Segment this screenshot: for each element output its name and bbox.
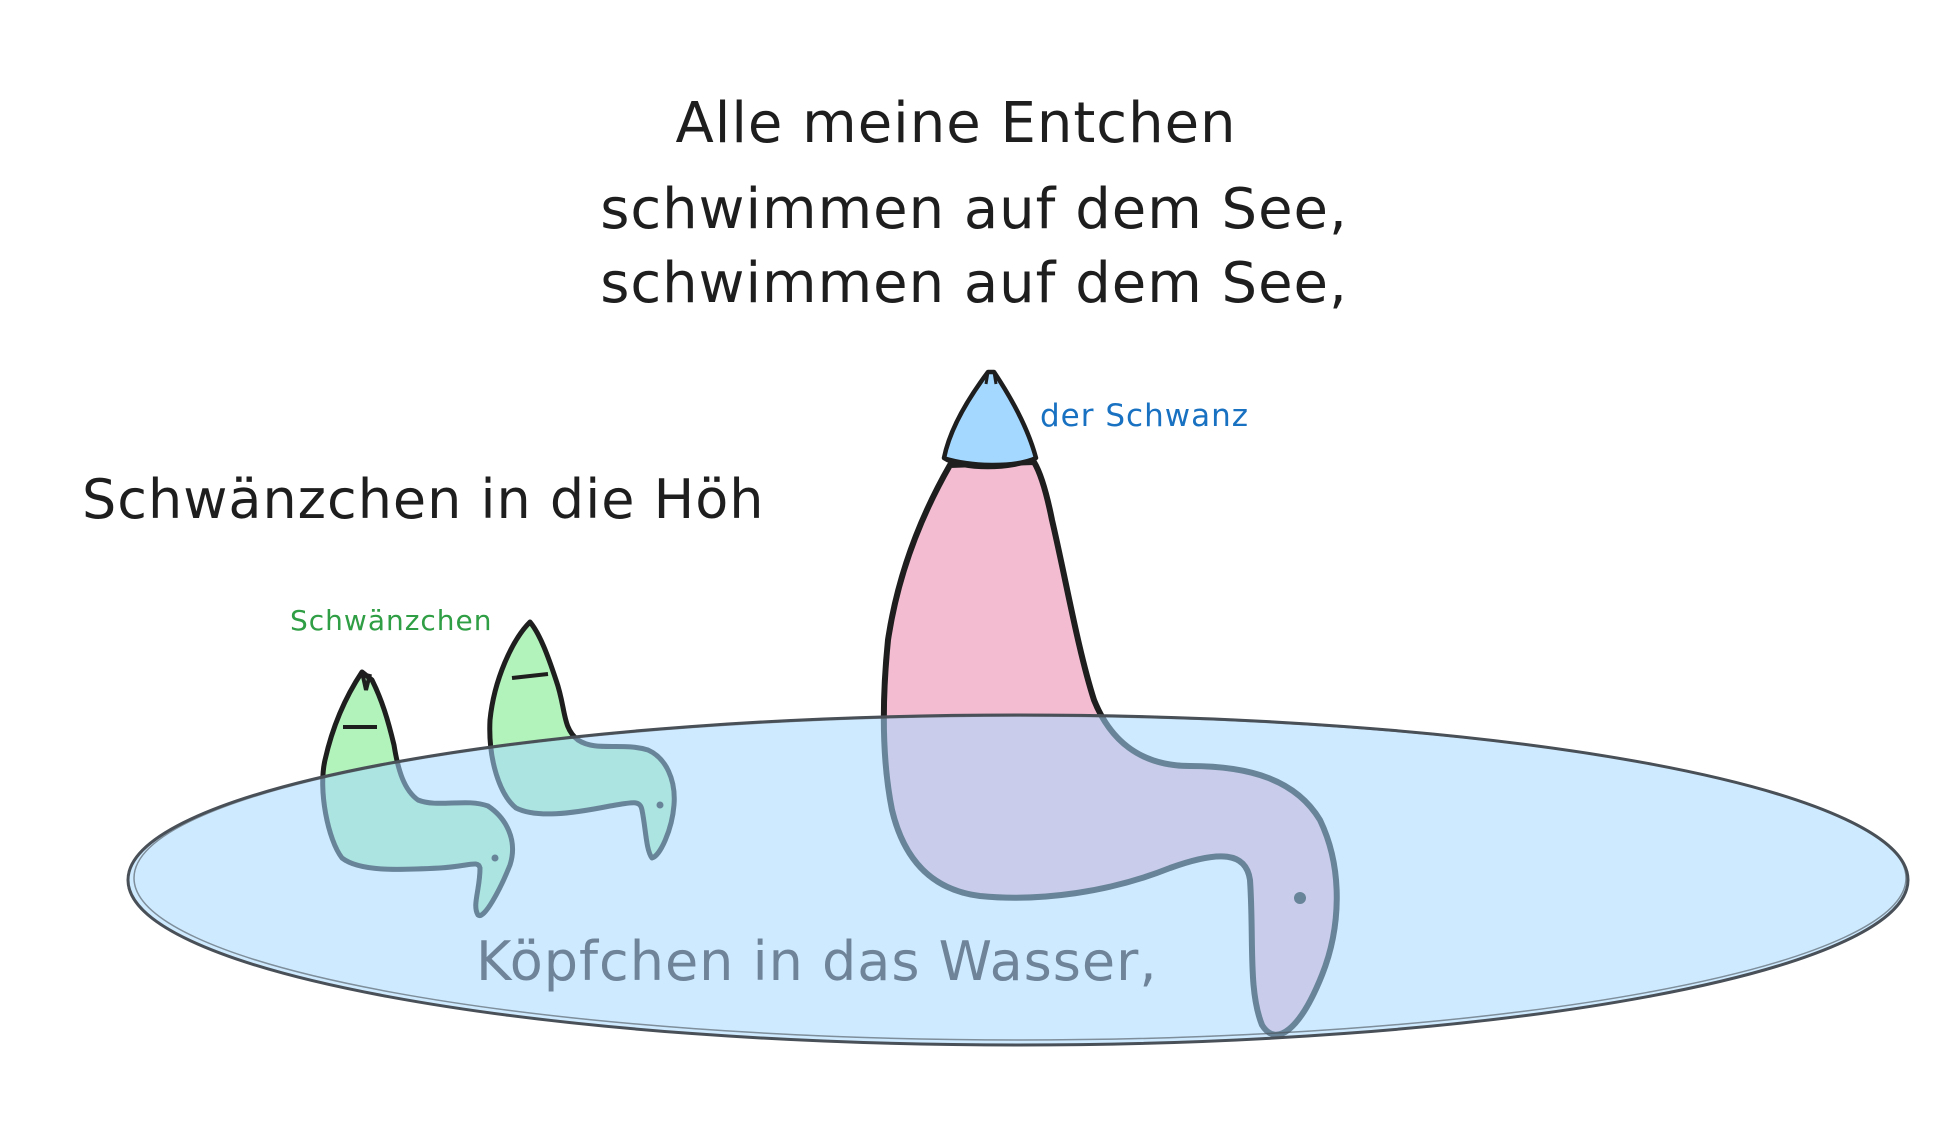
sketch-canvas: Alle meine Entchen schwimmen auf dem See…: [0, 0, 1938, 1124]
lake: [126, 713, 1910, 1047]
title-line-3: schwimmen auf dem See,: [600, 251, 1348, 316]
sketch-drawing: Alle meine Entchen schwimmen auf dem See…: [82, 91, 1910, 1047]
label-small-tail: Schwänzchen: [290, 604, 493, 637]
label-big-tail: der Schwanz: [1040, 398, 1249, 434]
title-line-1: Alle meine Entchen: [675, 91, 1236, 156]
verse-tail-line: Schwänzchen in die Höh: [82, 468, 764, 531]
title-line-2: schwimmen auf dem See,: [600, 177, 1348, 242]
verse-head-line: Köpfchen in das Wasser,: [476, 930, 1158, 993]
tail-tip: [941, 369, 1039, 470]
